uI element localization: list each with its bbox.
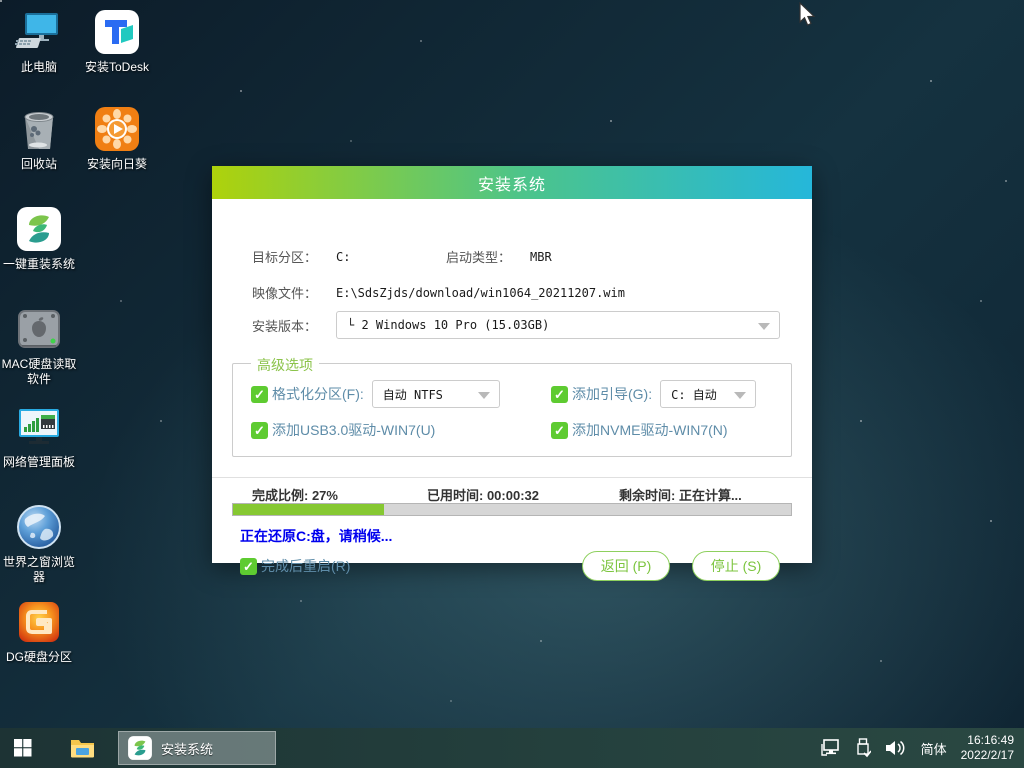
add-boot-label: 添加引导(G): <box>572 384 652 404</box>
taskbar: 安装系统 简体 16:16:49 2022/2/17 <box>0 728 1024 768</box>
usb-device-icon[interactable] <box>855 738 871 758</box>
format-partition-checkbox[interactable]: ✓ <box>251 386 268 403</box>
dialog-title: 安装系统 <box>478 171 546 195</box>
desktop-icon-dg-partition[interactable]: DG硬盘分区 <box>0 598 78 665</box>
boot-type-label: 启动类型： <box>446 247 530 266</box>
status-message: 正在还原C:盘，请稍候... <box>240 526 392 546</box>
progress-percent-text: 完成比例: 27% <box>252 485 427 504</box>
progress-stats: 完成比例: 27% 已用时间: 00:00:32 剩余时间: 正在计算... <box>252 485 780 504</box>
progress-bar-fill <box>233 504 384 515</box>
restart-after-checkbox[interactable]: ✓ <box>240 558 257 575</box>
format-type-select[interactable]: 自动 NTFS <box>372 380 500 408</box>
system-tray: 简体 16:16:49 2022/2/17 <box>821 733 1024 763</box>
desktop-icon-label: 世界之窗浏览器 <box>0 555 78 585</box>
desktop-icon-recycle-bin[interactable]: 回收站 <box>0 105 78 172</box>
image-file-label: 映像文件： <box>252 283 336 302</box>
usb3-driver-label: 添加USB3.0驱动-WIN7(U) <box>272 420 435 440</box>
taskbar-task-install-system[interactable]: 安装系统 <box>118 731 276 765</box>
progress-bar <box>232 503 792 516</box>
stop-button[interactable]: 停止 (S) <box>692 551 780 581</box>
install-version-label: 安装版本： <box>252 316 336 335</box>
desktop-icon-sunflower[interactable]: 安装向日葵 <box>78 105 156 172</box>
desktop-icon-label: DG硬盘分区 <box>0 650 78 665</box>
mac-disk-icon <box>15 305 63 353</box>
taskbar-clock[interactable]: 16:16:49 2022/2/17 <box>961 733 1014 763</box>
desktop-icon-reinstall[interactable]: 一键重装系统 <box>0 205 78 272</box>
clock-date: 2022/2/17 <box>961 748 1014 763</box>
dg-partition-icon <box>15 598 63 646</box>
desktop-icon-browser[interactable]: 世界之窗浏览器 <box>0 503 78 585</box>
network-icon[interactable] <box>821 739 841 757</box>
reinstall-system-icon <box>15 205 63 253</box>
advanced-options-group: 高级选项 ✓ 格式化分区(F): 自动 NTFS ✓ 添加引导(G): C: 自… <box>232 363 792 457</box>
nvme-driver-checkbox[interactable]: ✓ <box>551 422 568 439</box>
boot-target-value: C: 自动 <box>671 386 717 403</box>
divider <box>212 477 812 478</box>
input-method-indicator[interactable]: 简体 <box>921 739 947 758</box>
desktop-icon-label: 网络管理面板 <box>0 455 78 470</box>
folder-icon <box>70 737 96 759</box>
starfield <box>0 0 2 2</box>
this-pc-icon <box>15 8 63 56</box>
elapsed-time-text: 已用时间: 00:00:32 <box>427 485 619 504</box>
boot-target-select[interactable]: C: 自动 <box>660 380 756 408</box>
install-version-value: └ 2 Windows 10 Pro (15.03GB) <box>347 318 549 332</box>
desktop-icon-label: 安装ToDesk <box>78 60 156 75</box>
world-browser-icon <box>15 503 63 551</box>
desktop-icon-network-panel[interactable]: 网络管理面板 <box>0 403 78 470</box>
desktop-icon-label: MAC硬盘读取软件 <box>0 357 78 387</box>
volume-icon[interactable] <box>885 739 907 757</box>
dialog-titlebar[interactable]: 安装系统 <box>212 166 812 199</box>
chevron-down-icon <box>758 323 770 330</box>
format-type-value: 自动 NTFS <box>383 386 443 403</box>
mouse-cursor <box>798 2 820 28</box>
target-partition-value: C: <box>336 250 446 264</box>
back-button[interactable]: 返回 (P) <box>582 551 670 581</box>
todesk-icon <box>93 8 141 56</box>
image-file-value: E:\SdsZjds/download/win1064_20211207.wim <box>336 286 625 300</box>
desktop-icon-label: 一键重装系统 <box>0 257 78 272</box>
install-version-select[interactable]: └ 2 Windows 10 Pro (15.03GB) <box>336 311 780 339</box>
restart-after-label: 完成后重启(R) <box>261 556 350 576</box>
add-boot-checkbox[interactable]: ✓ <box>551 386 568 403</box>
remaining-time-text: 剩余时间: 正在计算... <box>619 485 742 504</box>
chevron-down-icon <box>478 392 490 399</box>
desktop-icon-mac-disk[interactable]: MAC硬盘读取软件 <box>0 305 78 387</box>
usb3-driver-checkbox[interactable]: ✓ <box>251 422 268 439</box>
desktop-icon-label: 回收站 <box>0 157 78 172</box>
desktop-icon-this-pc[interactable]: 此电脑 <box>0 8 78 75</box>
chevron-down-icon <box>734 392 746 399</box>
file-explorer-button[interactable] <box>60 728 106 768</box>
desktop-icon-label: 安装向日葵 <box>78 157 156 172</box>
nvme-driver-label: 添加NVME驱动-WIN7(N) <box>572 420 728 440</box>
start-button[interactable] <box>0 728 46 768</box>
advanced-options-title: 高级选项 <box>251 355 319 375</box>
desktop-icon-todesk[interactable]: 安装ToDesk <box>78 8 156 75</box>
recycle-bin-icon <box>15 105 63 153</box>
windows-logo-icon <box>14 739 32 757</box>
desktop-icon-label: 此电脑 <box>0 60 78 75</box>
sunflower-icon <box>93 105 141 153</box>
dialog-footer: ✓ 完成后重启(R) 返回 (P) 停止 (S) <box>240 551 780 581</box>
network-panel-icon <box>15 403 63 451</box>
format-partition-label: 格式化分区(F): <box>272 384 364 404</box>
target-partition-label: 目标分区： <box>252 247 336 266</box>
install-system-dialog: 安装系统 目标分区： C: 启动类型： MBR 映像文件： E:\SdsZjds… <box>212 166 812 563</box>
boot-type-value: MBR <box>530 250 552 264</box>
taskbar-task-label: 安装系统 <box>161 739 213 758</box>
clock-time: 16:16:49 <box>961 733 1014 748</box>
install-system-task-icon <box>127 735 153 761</box>
